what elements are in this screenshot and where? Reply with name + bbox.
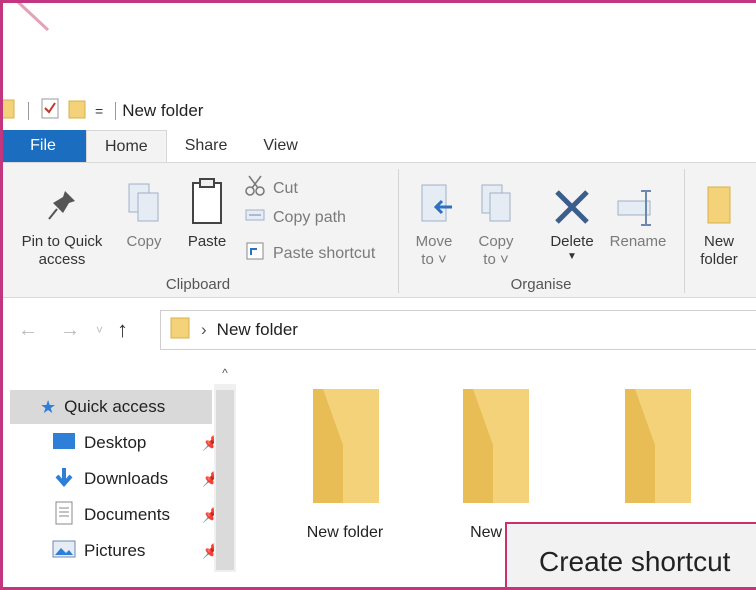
paste-label: Paste <box>187 233 227 250</box>
pin-label-line2: access <box>38 251 86 268</box>
organise-group-label: Organise <box>510 276 572 293</box>
paste-shortcut-button[interactable]: Paste shortcut <box>245 241 375 266</box>
new-folder-quick-icon[interactable] <box>67 98 89 125</box>
scroll-up-icon[interactable]: ^ <box>214 362 236 384</box>
copy-path-icon <box>245 207 265 228</box>
new-folder-icon <box>704 171 734 227</box>
new-folder-label-line2: folder <box>700 251 738 268</box>
up-arrow-icon[interactable]: ↑ <box>117 317 128 343</box>
copy-path-button[interactable]: Copy path <box>245 207 346 228</box>
copy-path-label: Copy path <box>273 208 346 226</box>
ribbon-separator <box>684 169 685 293</box>
breadcrumb-item[interactable]: New folder <box>217 320 298 340</box>
delete-x-icon <box>552 171 592 227</box>
forward-arrow-icon[interactable]: → <box>60 319 80 342</box>
separator <box>115 102 117 120</box>
delete-dropdown-icon[interactable]: ▼ <box>567 251 577 263</box>
clipboard-group: Pin to Quick access Copy Paste Cut Copy … <box>0 163 396 299</box>
navigation-bar: ← → ˅ ↑ › New folder <box>0 306 756 354</box>
nav-item-documents[interactable]: Documents 📌 <box>10 498 220 532</box>
nav-item-quick-access[interactable]: ★ Quick access <box>10 390 212 424</box>
delete-label: Delete <box>550 233 594 250</box>
address-bar[interactable]: › New folder <box>160 310 756 350</box>
cut-label: Cut <box>273 179 298 197</box>
tab-home[interactable]: Home <box>86 130 167 162</box>
rename-label: Rename <box>609 233 667 250</box>
copy-to-button[interactable]: Copy to ˅ <box>470 171 522 269</box>
folder-icon <box>615 385 699 512</box>
list-item[interactable]: New folder <box>280 385 410 542</box>
pin-icon <box>45 171 79 227</box>
paste-shortcut-label: Paste shortcut <box>273 244 376 262</box>
folder-icon <box>303 385 387 512</box>
copy-label: Copy <box>126 233 162 250</box>
paste-shortcut-icon <box>245 241 265 266</box>
nav-item-label: Downloads <box>84 469 169 488</box>
ribbon: Pin to Quick access Copy Paste Cut Copy … <box>0 162 756 298</box>
copy-to-label-line1: Copy <box>478 233 514 250</box>
customize-quick-access-icon[interactable]: = <box>95 103 103 119</box>
pin-label-line1: Pin to Quick <box>21 233 103 250</box>
paste-button[interactable]: Paste <box>178 171 236 251</box>
move-to-label-line2: to ˅ <box>421 251 447 268</box>
download-icon <box>52 466 76 493</box>
copy-to-icon <box>478 171 514 227</box>
clipboard-group-label: Clipboard <box>165 276 231 293</box>
create-shortcut-menu-item[interactable]: Create shortcut <box>539 546 730 578</box>
new-folder-button[interactable]: New folder <box>694 171 744 269</box>
properties-icon[interactable] <box>41 98 61 125</box>
copy-button[interactable]: Copy <box>116 171 172 251</box>
list-item[interactable]: New fo <box>430 385 560 542</box>
title-bar: = New folder <box>0 92 756 130</box>
pictures-icon <box>52 540 76 563</box>
cut-button[interactable]: Cut <box>245 175 298 202</box>
context-menu: Create shortcut <box>505 522 756 590</box>
folder-icon[interactable] <box>0 98 16 125</box>
move-to-button[interactable]: Move to ˅ <box>408 171 460 269</box>
ribbon-separator <box>398 169 399 293</box>
tab-view[interactable]: View <box>245 130 315 162</box>
back-arrow-icon[interactable]: ← <box>18 319 38 342</box>
delete-button[interactable]: Delete ▼ <box>544 171 600 263</box>
desktop-icon <box>52 432 76 455</box>
nav-scrollbar[interactable]: ^ <box>214 362 236 572</box>
list-item[interactable] <box>592 385 722 524</box>
rename-icon <box>616 171 660 227</box>
copy-icon <box>126 171 162 227</box>
documents-icon <box>52 501 76 530</box>
rename-button[interactable]: Rename <box>604 171 672 251</box>
ribbon-tabs: File Home Share View <box>0 130 756 162</box>
nav-item-desktop[interactable]: Desktop 📌 <box>10 426 220 460</box>
window-title: New folder <box>122 101 204 120</box>
move-to-icon <box>416 171 452 227</box>
scroll-thumb[interactable] <box>216 390 234 570</box>
paste-icon <box>189 171 225 227</box>
breadcrumb-separator: › <box>201 320 207 339</box>
folder-label: New folder <box>306 524 384 541</box>
nav-item-label: Pictures <box>84 541 146 560</box>
organise-group: Move to ˅ Copy to ˅ Delete ▼ Rename Orga… <box>400 163 682 299</box>
nav-item-downloads[interactable]: Downloads 📌 <box>10 462 220 496</box>
pin-to-quick-access-button[interactable]: Pin to Quick access <box>14 171 110 269</box>
scissors-icon <box>245 175 265 202</box>
folder-icon <box>453 385 537 512</box>
recent-locations-chevron-icon[interactable]: ˅ <box>96 323 103 337</box>
tab-file[interactable]: File <box>0 130 86 162</box>
navigation-pane: ★ Quick access Desktop 📌 Downloads 📌 Doc… <box>0 362 240 582</box>
star-icon: ★ <box>40 396 57 417</box>
separator <box>28 102 29 120</box>
nav-item-pictures[interactable]: Pictures 📌 <box>10 534 220 568</box>
folder-icon <box>169 316 191 345</box>
nav-item-label: Documents <box>84 505 170 524</box>
copy-to-label-line2: to ˅ <box>483 251 509 268</box>
corner-mark <box>0 0 60 40</box>
move-to-label-line1: Move <box>415 233 453 250</box>
nav-item-label: Desktop <box>84 433 147 452</box>
new-group: New folder <box>686 163 756 299</box>
tab-share[interactable]: Share <box>167 130 246 162</box>
new-folder-label-line1: New <box>703 233 734 250</box>
nav-item-label: Quick access <box>64 397 166 416</box>
